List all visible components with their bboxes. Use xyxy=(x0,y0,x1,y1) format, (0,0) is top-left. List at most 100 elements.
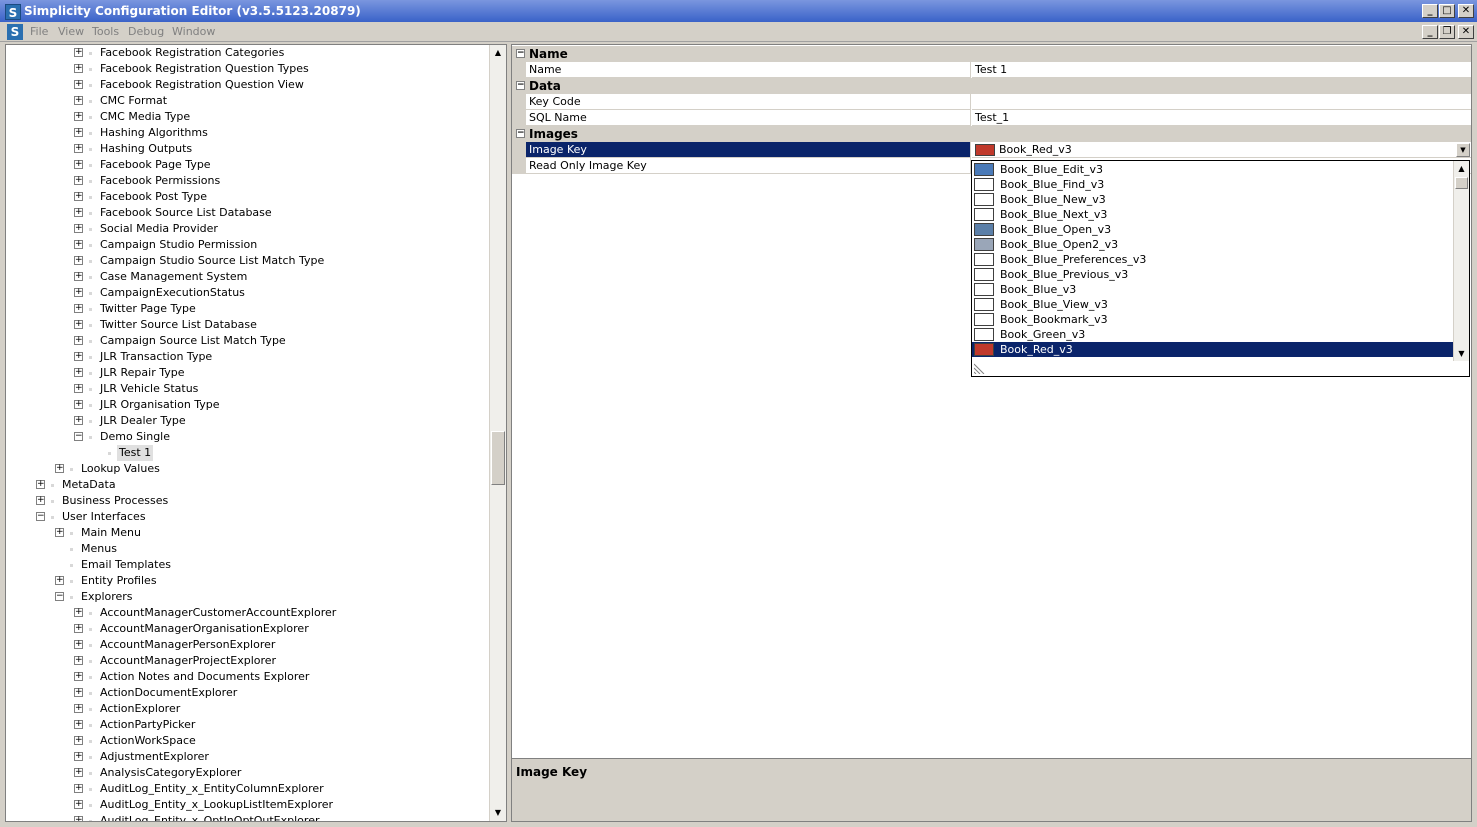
explorer-tree[interactable]: + Facebook Registration Categories + Facebo… xyxy=(5,44,507,822)
expand-icon[interactable]: + xyxy=(74,736,83,745)
tree-item[interactable]: + Facebook Permissions xyxy=(6,173,491,189)
expand-icon[interactable]: + xyxy=(74,752,83,761)
tree-item[interactable]: + Twitter Source List Database xyxy=(6,317,491,333)
tree-item[interactable]: Email Templates xyxy=(6,557,491,573)
dropdown-scrollbar[interactable]: ▲ ▼ xyxy=(1453,161,1469,361)
category-row[interactable]: − Data xyxy=(512,78,1471,94)
expand-icon[interactable]: + xyxy=(74,144,83,153)
collapse-icon[interactable]: − xyxy=(516,49,525,58)
expand-icon[interactable]: + xyxy=(74,80,83,89)
tree-item[interactable]: + Facebook Source List Database xyxy=(6,205,491,221)
expand-icon[interactable]: + xyxy=(74,160,83,169)
expand-icon[interactable]: + xyxy=(74,400,83,409)
tree-item[interactable]: + ActionDocumentExplorer xyxy=(6,685,491,701)
tree-item[interactable]: + Entity Profiles xyxy=(6,573,491,589)
expand-icon[interactable]: + xyxy=(55,464,64,473)
expand-icon[interactable]: + xyxy=(74,240,83,249)
tree-item[interactable]: + Campaign Studio Permission xyxy=(6,237,491,253)
expand-icon[interactable]: + xyxy=(74,48,83,57)
property-value[interactable]: Book_Red_v3 ▼ xyxy=(972,142,1471,158)
tree-item[interactable]: + Campaign Source List Match Type xyxy=(6,333,491,349)
tree-item[interactable]: + Business Processes xyxy=(6,493,491,509)
tree-item[interactable]: + Facebook Post Type xyxy=(6,189,491,205)
tree-item[interactable]: + JLR Dealer Type xyxy=(6,413,491,429)
menu-file[interactable]: File xyxy=(30,25,48,38)
tree-item[interactable]: + AuditLog_Entity_x_EntityColumnExplorer xyxy=(6,781,491,797)
expand-icon[interactable]: + xyxy=(74,768,83,777)
tree-item[interactable]: + Facebook Page Type xyxy=(6,157,491,173)
tree-item[interactable]: + Action Notes and Documents Explorer xyxy=(6,669,491,685)
tree-item[interactable]: Test 1 xyxy=(6,445,491,461)
category-row[interactable]: − Images xyxy=(512,126,1471,142)
collapse-icon[interactable]: − xyxy=(55,592,64,601)
expand-icon[interactable]: + xyxy=(74,816,83,821)
property-row[interactable]: SQL Name Test_1 xyxy=(512,110,1471,126)
tree-item[interactable]: + JLR Repair Type xyxy=(6,365,491,381)
tree-item[interactable]: + Hashing Algorithms xyxy=(6,125,491,141)
image-key-dropdown[interactable]: Book_Blue_Edit_v3 Book_Blue_Find_v3 Book_B… xyxy=(971,160,1470,377)
dropdown-item[interactable]: Book_Blue_View_v3 xyxy=(972,297,1454,312)
tree-item[interactable]: + Social Media Provider xyxy=(6,221,491,237)
expand-icon[interactable]: + xyxy=(74,128,83,137)
expand-icon[interactable]: + xyxy=(74,672,83,681)
expand-icon[interactable]: + xyxy=(74,256,83,265)
expand-icon[interactable]: + xyxy=(74,720,83,729)
expand-icon[interactable]: + xyxy=(74,336,83,345)
property-name[interactable]: Image Key xyxy=(526,142,971,158)
menu-view[interactable]: View xyxy=(58,25,84,38)
mdi-close-button[interactable]: ✕ xyxy=(1458,25,1474,39)
tree-scrollbar[interactable]: ▲ ▼ xyxy=(489,45,506,821)
tree-item[interactable]: + Facebook Registration Question View xyxy=(6,77,491,93)
tree-item[interactable]: + CMC Format xyxy=(6,93,491,109)
expand-icon[interactable]: + xyxy=(74,224,83,233)
mdi-restore-button[interactable]: ❐ xyxy=(1439,25,1455,39)
mdi-minimize-button[interactable]: _ xyxy=(1422,25,1438,39)
dropdown-item[interactable]: Book_Blue_Open2_v3 xyxy=(972,237,1454,252)
tree-item[interactable]: + AccountManagerCustomerAccountExplorer xyxy=(6,605,491,621)
expand-icon[interactable]: + xyxy=(74,416,83,425)
dropdown-item[interactable]: Book_Bookmark_v3 xyxy=(972,312,1454,327)
expand-icon[interactable]: + xyxy=(74,688,83,697)
tree-item[interactable]: Menus xyxy=(6,541,491,557)
expand-icon[interactable]: + xyxy=(74,384,83,393)
close-button[interactable]: ✕ xyxy=(1458,4,1474,18)
expand-icon[interactable]: + xyxy=(74,704,83,713)
expand-icon[interactable]: + xyxy=(36,480,45,489)
expand-icon[interactable]: + xyxy=(74,624,83,633)
expand-icon[interactable]: + xyxy=(74,352,83,361)
tree-item[interactable]: + Case Management System xyxy=(6,269,491,285)
expand-icon[interactable]: + xyxy=(36,496,45,505)
tree-item[interactable]: + ActionWorkSpace xyxy=(6,733,491,749)
resize-grip-icon[interactable] xyxy=(974,362,986,374)
dropdown-item[interactable]: Book_Green_v3 xyxy=(972,327,1454,342)
tree-item[interactable]: + Campaign Studio Source List Match Type xyxy=(6,253,491,269)
menu-debug[interactable]: Debug xyxy=(128,25,164,38)
expand-icon[interactable]: + xyxy=(55,576,64,585)
tree-item[interactable]: + CMC Media Type xyxy=(6,109,491,125)
tree-item[interactable]: + AccountManagerProjectExplorer xyxy=(6,653,491,669)
expand-icon[interactable]: + xyxy=(74,304,83,313)
property-value[interactable]: Test 1 xyxy=(972,62,1471,78)
dropdown-item[interactable]: Book_Blue_Find_v3 xyxy=(972,177,1454,192)
tree-item[interactable]: − User Interfaces xyxy=(6,509,491,525)
tree-item[interactable]: + AuditLog_Entity_x_OptInOptOutExplorer xyxy=(6,813,491,821)
property-value[interactable] xyxy=(972,94,1471,110)
expand-icon[interactable]: + xyxy=(74,192,83,201)
property-name[interactable]: SQL Name xyxy=(526,110,971,126)
tree-item[interactable]: + AnalysisCategoryExplorer xyxy=(6,765,491,781)
tree-item[interactable]: + AccountManagerOrganisationExplorer xyxy=(6,621,491,637)
tree-item[interactable]: + AdjustmentExplorer xyxy=(6,749,491,765)
property-row[interactable]: Key Code xyxy=(512,94,1471,110)
dropdown-scroll-up-icon[interactable]: ▲ xyxy=(1454,161,1469,176)
dropdown-item[interactable]: Book_Blue_Previous_v3 xyxy=(972,267,1454,282)
expand-icon[interactable]: + xyxy=(74,656,83,665)
expand-icon[interactable]: + xyxy=(74,176,83,185)
tree-item[interactable]: + ActionExplorer xyxy=(6,701,491,717)
property-row[interactable]: Image Key Book_Red_v3 ▼ xyxy=(512,142,1471,158)
tree-item[interactable]: + AuditLog_Entity_x_LookupListItemExplore… xyxy=(6,797,491,813)
expand-icon[interactable]: + xyxy=(74,96,83,105)
property-name[interactable]: Name xyxy=(526,62,971,78)
collapse-icon[interactable]: − xyxy=(516,129,525,138)
expand-icon[interactable]: + xyxy=(74,368,83,377)
tree-item[interactable]: + Main Menu xyxy=(6,525,491,541)
